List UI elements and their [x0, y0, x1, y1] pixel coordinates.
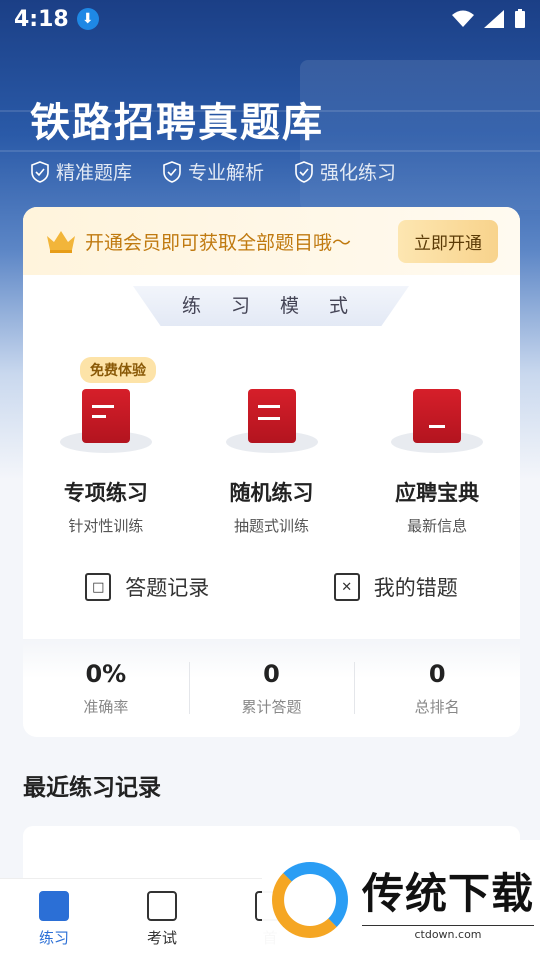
stat-rank: 0 总排名: [354, 660, 520, 717]
page-title: 铁路招聘真题库: [30, 100, 324, 146]
feature-tag: 专业解析: [162, 158, 264, 185]
status-bar: 4:18 ⬇: [0, 0, 540, 38]
feature-tag: 强化练习: [294, 158, 396, 185]
recent-practice-title: 最近练习记录: [23, 775, 161, 801]
feature-tags: 精准题库 专业解析 强化练习: [30, 158, 396, 185]
feature-tag-label: 精准题库: [56, 162, 133, 184]
battery-icon: [515, 9, 525, 28]
vip-banner-text: 开通会员即可获取全部题目哦～: [85, 231, 352, 254]
practice-icon: [39, 891, 69, 921]
practice-mode-list: 免费体验 专项练习 针对性训练 随机练习 抽题式训练 应聘宝典 最新信息: [23, 357, 520, 536]
mode-name: 随机练习: [229, 481, 314, 505]
stat-label: 累计答题: [241, 697, 302, 716]
nav-exam[interactable]: 考试: [108, 879, 216, 960]
mode-interview-guide[interactable]: 应聘宝典 最新信息: [354, 357, 520, 536]
train-image: [300, 60, 540, 210]
open-vip-button[interactable]: 立即开通: [398, 219, 498, 263]
feature-tag: 精准题库: [30, 158, 132, 185]
mode-random-practice[interactable]: 随机练习 抽题式训练: [189, 357, 355, 536]
feature-tag-label: 专业解析: [188, 162, 265, 184]
record-icon: □: [85, 573, 112, 601]
nav-practice[interactable]: 练习: [0, 879, 108, 960]
watermark: 传统下载 ctdown.com: [262, 840, 540, 960]
nav-exam-label: 考试: [146, 929, 177, 947]
watermark-brand: 传统下载: [362, 868, 535, 918]
shield-check-icon: [163, 160, 181, 183]
answer-record-label: 答题记录: [125, 576, 210, 600]
shuffle-book-icon: [225, 389, 318, 453]
mode-subtitle: 抽题式训练: [234, 517, 310, 535]
mode-subtitle: 最新信息: [407, 517, 468, 535]
mode-name: 专项练习: [63, 481, 148, 505]
topic-book-icon: [59, 389, 152, 453]
free-trial-badge: 免费体验: [80, 357, 156, 383]
watermark-logo-icon: [272, 862, 348, 938]
answer-record-link[interactable]: □ 答题记录: [23, 572, 272, 602]
search-book-icon: [391, 389, 484, 453]
crown-icon: [47, 231, 75, 253]
record-links: □ 答题记录 ✕ 我的错题: [23, 572, 520, 602]
main-card: 开通会员即可获取全部题目哦～ 立即开通 练 习 模 式 免费体验 专项练习 针对…: [23, 207, 520, 737]
wrong-mark-icon: ✕: [333, 573, 360, 601]
shield-check-icon: [295, 160, 313, 183]
feature-tag-label: 强化练习: [320, 162, 397, 184]
mode-topic-practice[interactable]: 免费体验 专项练习 针对性训练: [23, 357, 189, 536]
stat-label: 准确率: [83, 697, 129, 716]
mode-subtitle: 针对性训练: [68, 517, 144, 535]
stat-value: 0: [428, 659, 446, 688]
stat-value: 0%: [85, 659, 127, 688]
stat-value: 0: [263, 659, 280, 688]
exam-book-icon: [147, 891, 177, 921]
watermark-url: ctdown.com: [362, 924, 535, 941]
mode-name: 应聘宝典: [395, 481, 480, 505]
wifi-icon: [452, 10, 474, 27]
vip-banner: 开通会员即可获取全部题目哦～ 立即开通: [23, 207, 520, 275]
stats-bar: 0% 准确率 0 累计答题 0 总排名: [23, 639, 520, 737]
stat-total-answers: 0 累计答题: [188, 659, 355, 717]
stat-label: 总排名: [414, 697, 460, 716]
signal-icon: [484, 10, 504, 28]
shield-check-icon: [31, 160, 49, 183]
download-icon: ⬇: [76, 8, 99, 30]
nav-practice-label: 练习: [38, 929, 69, 947]
wrong-questions-label: 我的错题: [373, 576, 458, 600]
status-time: 4:18: [14, 6, 69, 32]
stat-accuracy: 0% 准确率: [23, 660, 189, 717]
practice-mode-label: 练 习 模 式: [133, 286, 409, 326]
wrong-questions-link[interactable]: ✕ 我的错题: [272, 572, 521, 602]
